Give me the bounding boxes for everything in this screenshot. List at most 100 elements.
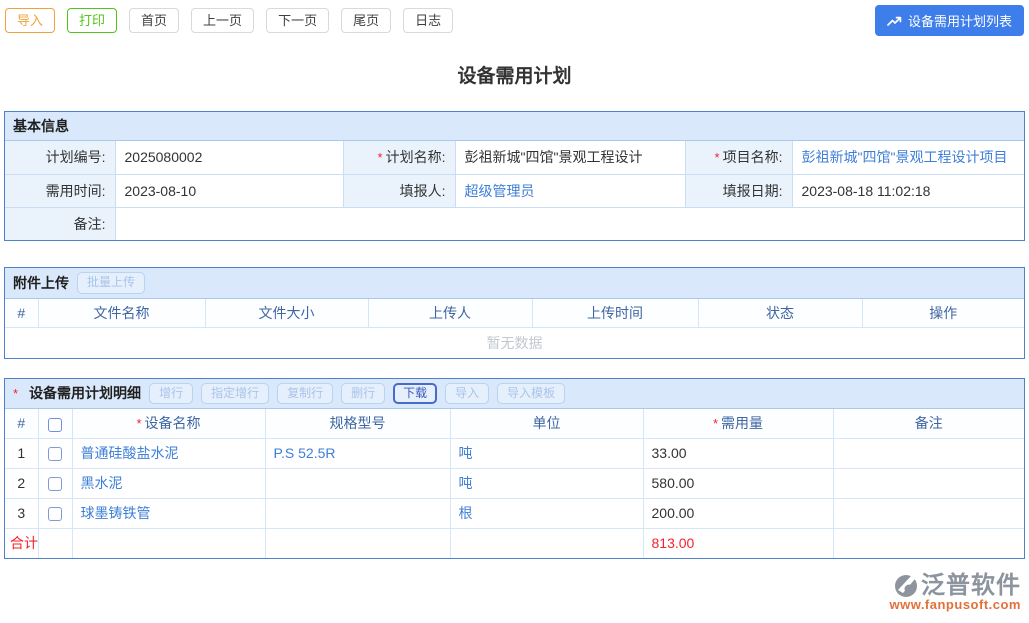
batch-upload-button[interactable]: 批量上传: [77, 272, 145, 294]
qty-header-label: 需用量: [721, 415, 763, 431]
basic-info-row-3: 备注:: [5, 207, 1024, 240]
add-row-button[interactable]: 增行: [149, 383, 193, 405]
row-index: 1: [5, 438, 38, 468]
plan-name-label-cell: *计划名称:: [343, 141, 455, 174]
basic-info-title: 基本信息: [13, 116, 69, 136]
table-row: 2 黑水泥 吨 580.00: [5, 468, 1024, 498]
attachments-header: 附件上传 批量上传: [5, 268, 1024, 299]
report-date-label-cell: 填报日期:: [685, 174, 792, 207]
col-status: 状态: [698, 299, 862, 328]
delete-row-button[interactable]: 删行: [341, 383, 385, 405]
project-name-cell: 彭祖新城"四馆"景观工程设计项目: [792, 141, 1024, 174]
remark-label: 备注:: [74, 216, 106, 232]
need-date-value: 2023-08-10: [115, 174, 343, 207]
row-checkbox[interactable]: [48, 507, 62, 521]
basic-info-table: 计划编号: 2025080002 *计划名称: 彭祖新城"四馆"景观工程设计 *…: [5, 141, 1024, 240]
watermark-url: www.fanpusoft.com: [889, 598, 1021, 612]
qty-cell: 33.00: [643, 438, 833, 468]
table-row: 1 普通硅酸盐水泥 P.S 52.5R 吨 33.00: [5, 438, 1024, 468]
reporter-cell: 超级管理员: [455, 174, 685, 207]
plan-list-button[interactable]: 设备需用计划列表: [875, 5, 1024, 36]
col-index: #: [5, 409, 38, 438]
equipment-name-link[interactable]: 球墨铸铁管: [81, 505, 151, 521]
total-checkbox-cell: [38, 528, 72, 558]
total-row: 合计 813.00: [5, 528, 1024, 558]
qty-cell: 200.00: [643, 498, 833, 528]
details-header: * 设备需用计划明细 增行 指定增行 复制行 删行 下载 导入 导入模板: [5, 379, 1024, 410]
print-button[interactable]: 打印: [67, 8, 117, 34]
total-unit-cell: [450, 528, 643, 558]
trend-arrow-icon: [887, 15, 902, 27]
unit-cell: 吨: [450, 438, 643, 468]
equipment-name-cell: 黑水泥: [72, 468, 265, 498]
next-page-button[interactable]: 下一页: [266, 8, 329, 34]
spec-cell: [265, 468, 450, 498]
report-date-label: 填报日期:: [723, 183, 783, 199]
prev-page-button[interactable]: 上一页: [191, 8, 254, 34]
row-checkbox[interactable]: [48, 447, 62, 461]
total-label: 合计: [5, 528, 38, 558]
total-remark-cell: [833, 528, 1024, 558]
attachments-title: 附件上传: [13, 273, 69, 293]
import-button[interactable]: 导入: [5, 8, 55, 34]
insert-row-button[interactable]: 指定增行: [201, 383, 269, 405]
basic-info-row-1: 计划编号: 2025080002 *计划名称: 彭祖新城"四馆"景观工程设计 *…: [5, 141, 1024, 174]
select-all-cell: [38, 409, 72, 438]
required-mark: *: [715, 150, 720, 165]
unit-value[interactable]: 根: [459, 505, 473, 521]
equipment-name-cell: 球墨铸铁管: [72, 498, 265, 528]
log-button[interactable]: 日志: [403, 8, 453, 34]
import-rows-button[interactable]: 导入: [445, 383, 489, 405]
first-page-button[interactable]: 首页: [129, 8, 179, 34]
row-index: 3: [5, 498, 38, 528]
details-required-mark: *: [13, 386, 18, 401]
unit-value[interactable]: 吨: [459, 475, 473, 491]
plan-no-value: 2025080002: [115, 141, 343, 174]
import-template-button[interactable]: 导入模板: [497, 383, 565, 405]
details-title: 设备需用计划明细: [29, 383, 141, 403]
unit-cell: 根: [450, 498, 643, 528]
total-spec-cell: [265, 528, 450, 558]
row-checkbox[interactable]: [48, 477, 62, 491]
col-upload-time: 上传时间: [532, 299, 698, 328]
reporter-link[interactable]: 超级管理员: [465, 183, 535, 199]
copy-row-button[interactable]: 复制行: [277, 383, 333, 405]
basic-info-header: 基本信息: [5, 112, 1024, 141]
spec-cell: [265, 498, 450, 528]
total-qty: 813.00: [643, 528, 833, 558]
equipment-name-link[interactable]: 普通硅酸盐水泥: [81, 445, 179, 461]
remark-label-cell: 备注:: [5, 207, 115, 240]
total-name-cell: [72, 528, 265, 558]
reporter-label: 填报人:: [400, 183, 446, 199]
download-button[interactable]: 下载: [393, 383, 437, 405]
col-uploader: 上传人: [368, 299, 532, 328]
watermark: 泛普软件 www.fanpusoft.com: [889, 574, 1021, 612]
col-equipment-name: *设备名称: [72, 409, 265, 438]
unit-value[interactable]: 吨: [459, 445, 473, 461]
col-index: #: [5, 299, 38, 328]
required-mark: *: [136, 416, 141, 431]
spec-value[interactable]: P.S 52.5R: [274, 445, 336, 461]
remark-cell: [833, 498, 1024, 528]
equipment-name-link[interactable]: 黑水泥: [81, 475, 123, 491]
project-name-label-cell: *项目名称:: [685, 141, 792, 174]
plan-name-value: 彭祖新城"四馆"景观工程设计: [455, 141, 685, 174]
unit-cell: 吨: [450, 468, 643, 498]
table-row: 3 球墨铸铁管 根 200.00: [5, 498, 1024, 528]
watermark-brand: 泛普软件: [921, 574, 1021, 598]
plan-no-label-cell: 计划编号:: [5, 141, 115, 174]
col-remark: 备注: [833, 409, 1024, 438]
report-date-value: 2023-08-18 11:02:18: [792, 174, 1024, 207]
basic-info-row-2: 需用时间: 2023-08-10 填报人: 超级管理员 填报日期: 2023-0…: [5, 174, 1024, 207]
select-all-checkbox[interactable]: [48, 418, 62, 432]
details-table: # *设备名称 规格型号 单位 *需用量 备注 1 普通硅酸盐水泥 P.S 52…: [5, 409, 1024, 558]
col-file-size: 文件大小: [205, 299, 368, 328]
details-header-row: # *设备名称 规格型号 单位 *需用量 备注: [5, 409, 1024, 438]
fanpu-logo-icon: [894, 574, 918, 598]
reporter-label-cell: 填报人:: [343, 174, 455, 207]
col-unit: 单位: [450, 409, 643, 438]
attachments-empty-row: 暂无数据: [5, 328, 1024, 358]
last-page-button[interactable]: 尾页: [341, 8, 391, 34]
row-index: 2: [5, 468, 38, 498]
project-name-link[interactable]: 彭祖新城"四馆"景观工程设计项目: [802, 149, 1008, 165]
